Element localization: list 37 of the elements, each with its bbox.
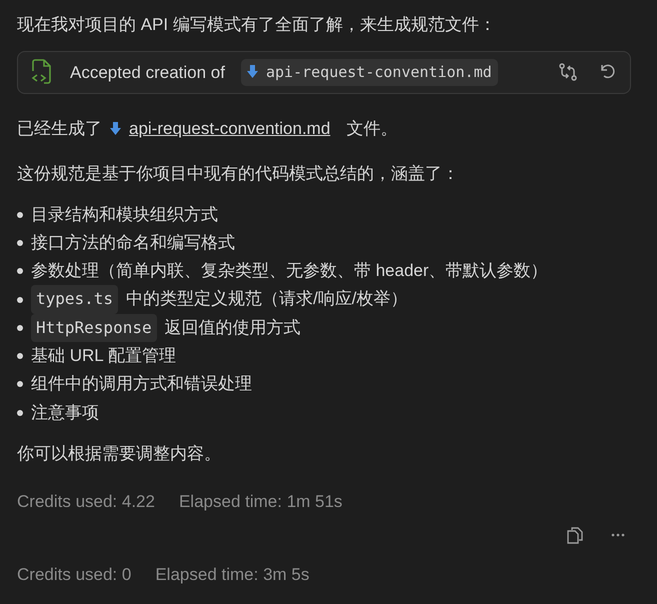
list-item-text: 接口方法的命名和编写格式 xyxy=(31,232,235,254)
file-name: api-request-convention.md xyxy=(266,62,492,83)
list-item-text: 基础 URL 配置管理 xyxy=(31,344,176,367)
bullet-dot xyxy=(17,324,23,331)
action-label: Accepted creation of xyxy=(70,62,225,84)
bullet-dot xyxy=(17,240,23,246)
list-item-text: 目录结构和模块组织方式 xyxy=(31,204,218,226)
summary-text: 这份规范是基于你项目中现有的代码模式总结的，涵盖了： xyxy=(17,162,460,184)
list-item-text: 注意事项 xyxy=(31,402,99,424)
bullet-dot xyxy=(17,296,23,303)
file-link[interactable]: api-request-convention.md xyxy=(129,116,330,142)
credits-text: Credits used: 4.22 xyxy=(17,490,155,513)
list-item-text: 参数处理（简单内联、复杂类型、无参数、带 header、带默认参数） xyxy=(31,260,548,282)
copy-icon xyxy=(567,526,583,544)
list-item-text: 组件中的调用方式和错误处理 xyxy=(31,373,252,396)
elapsed-text: Elapsed time: 1m 51s xyxy=(178,490,342,513)
more-button[interactable] xyxy=(609,531,627,540)
inline-code: types.ts xyxy=(31,285,118,314)
generated-text: 文件。 xyxy=(346,118,398,140)
download-icon xyxy=(246,65,258,80)
file-code-icon xyxy=(30,59,54,86)
inline-code: HttpResponse xyxy=(31,314,157,342)
bullet-dot xyxy=(17,268,23,274)
file-chip[interactable]: api-request-convention.md xyxy=(240,59,498,86)
generated-text: 已经生成了 xyxy=(17,118,102,140)
list-item-text: 中的类型定义规范（请求/响应/枚举） xyxy=(126,288,408,310)
bullet-dot xyxy=(17,381,23,388)
bullet-dot xyxy=(17,212,23,218)
elapsed-text: Elapsed time: 3m 5s xyxy=(155,564,310,586)
intro-text: 现在我对项目的 API 编写模式有了全面了解，来生成规范文件： xyxy=(17,14,497,36)
more-icon xyxy=(611,533,625,538)
bullet-dot xyxy=(17,353,23,360)
download-icon xyxy=(110,122,121,136)
credits-text: Credits used: 0 xyxy=(17,564,132,586)
closing-text: 你可以根据需要调整内容。 xyxy=(17,442,222,465)
bullet-dot xyxy=(17,410,23,416)
list-item-text: 返回值的使用方式 xyxy=(164,316,301,339)
